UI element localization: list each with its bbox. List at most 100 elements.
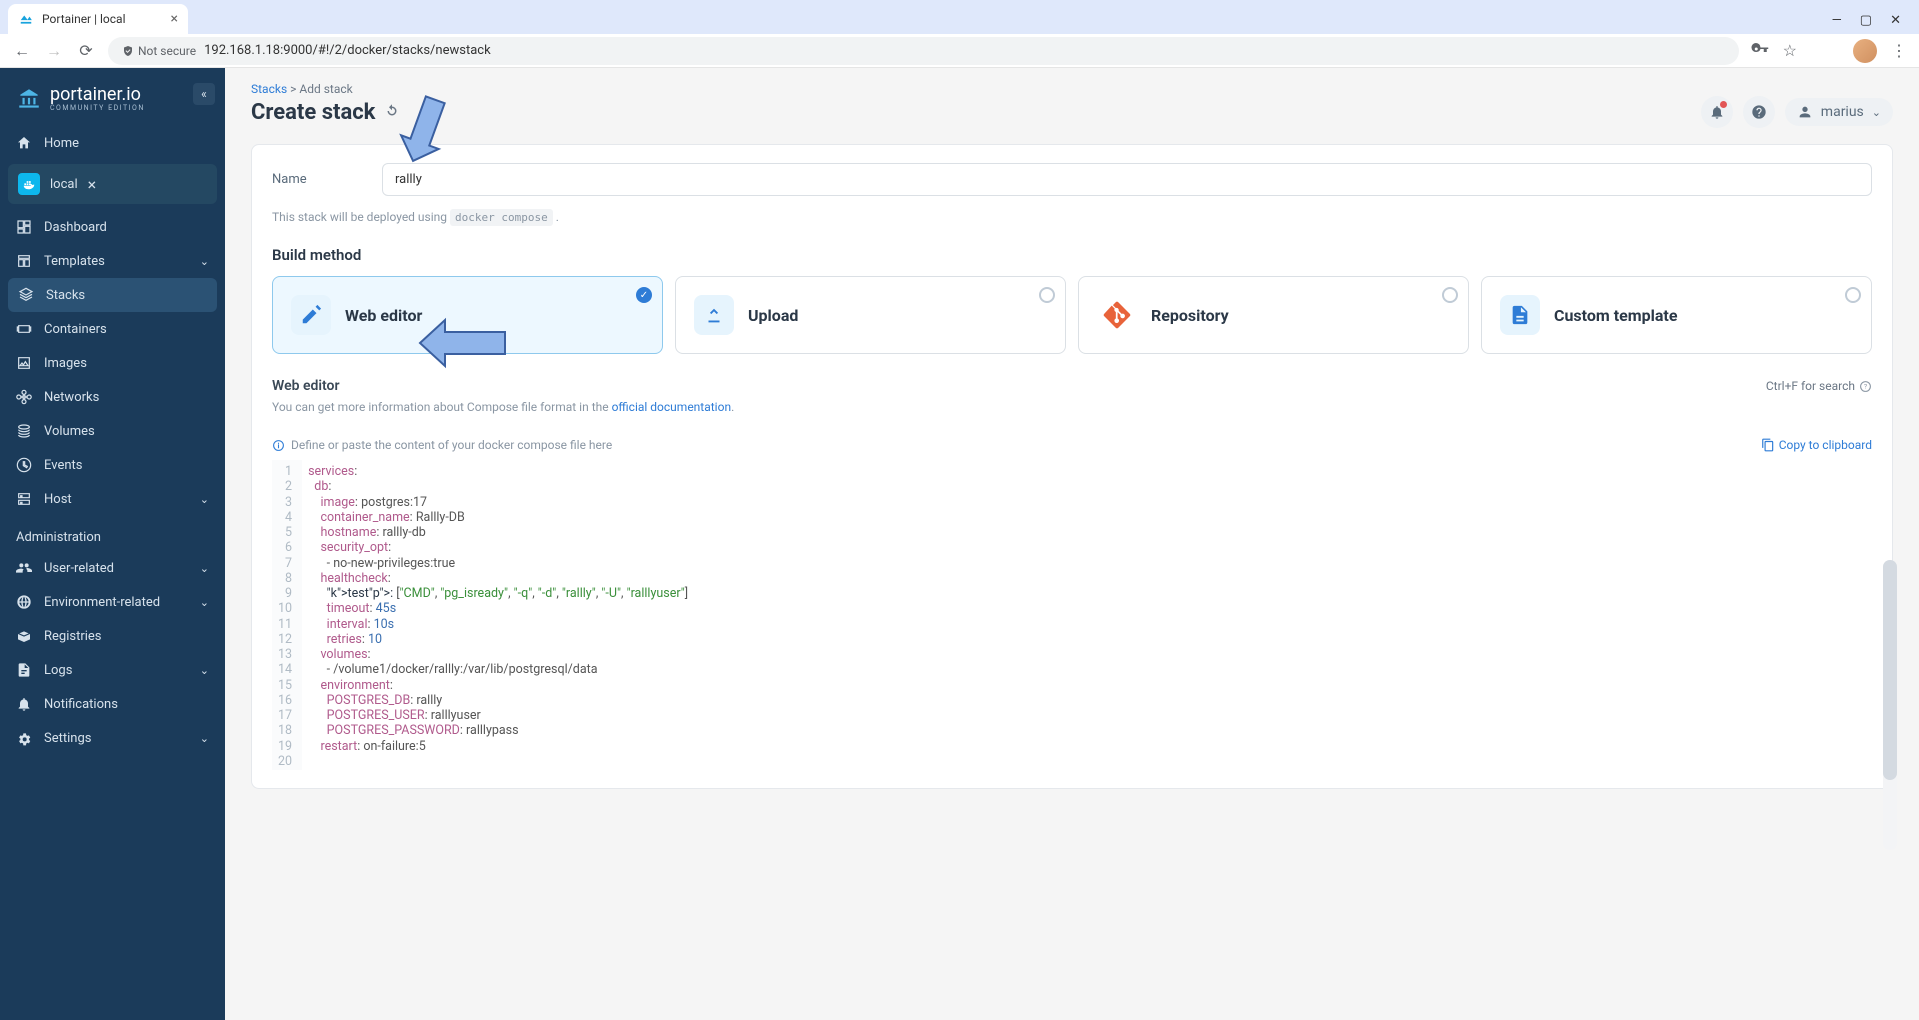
sidebar-item-containers[interactable]: Containers <box>0 312 225 346</box>
copy-to-clipboard-button[interactable]: Copy to clipboard <box>1761 438 1872 452</box>
brand-edition: COMMUNITY EDITION <box>50 104 145 112</box>
chevron-down-icon: ⌄ <box>200 493 209 506</box>
browser-toolbar: ← → ⟳ Not secure ☆ ⋮ <box>0 34 1919 68</box>
close-tab-icon[interactable]: × <box>171 11 178 27</box>
stacks-icon <box>18 287 34 303</box>
deploy-hint: This stack will be deployed using docker… <box>272 210 1872 224</box>
address-bar[interactable]: Not secure <box>108 37 1739 65</box>
build-method-heading: Build method <box>272 246 1872 264</box>
user-icon <box>1797 104 1813 120</box>
sidebar-item-events[interactable]: Events <box>0 448 225 482</box>
volumes-icon <box>16 423 32 439</box>
help-button[interactable] <box>1743 96 1775 128</box>
host-icon <box>16 491 32 507</box>
templates-icon <box>16 253 32 269</box>
help-icon <box>1751 104 1767 120</box>
home-icon <box>16 135 32 151</box>
doc-link[interactable]: official documentation <box>612 400 732 414</box>
method-upload[interactable]: Upload <box>675 276 1066 354</box>
sidebar-item-images[interactable]: Images <box>0 346 225 380</box>
environment-related-icon <box>16 594 32 610</box>
sidebar-item-templates[interactable]: Templates⌄ <box>0 244 225 278</box>
breadcrumb: Stacks > Add stack <box>251 82 401 96</box>
scrollbar[interactable] <box>1883 560 1897 850</box>
template-icon <box>1500 295 1540 335</box>
chevron-down-icon: ⌄ <box>200 596 209 609</box>
radio-icon <box>1845 287 1861 303</box>
sidebar-item-host[interactable]: Host⌄ <box>0 482 225 516</box>
sidebar-item-stacks[interactable]: Stacks <box>8 278 217 312</box>
dashboard-icon <box>16 219 32 235</box>
user-related-icon <box>16 560 32 576</box>
registries-icon <box>16 628 32 644</box>
chevron-down-icon: ⌄ <box>200 664 209 677</box>
sidebar-item-settings[interactable]: Settings⌄ <box>0 721 225 755</box>
sidebar-item-environment-related[interactable]: Environment-related⌄ <box>0 585 225 619</box>
breadcrumb-root[interactable]: Stacks <box>251 82 287 96</box>
name-label: Name <box>272 172 362 187</box>
svg-text:?: ? <box>1864 382 1867 390</box>
compose-editor[interactable]: 1234567891011121314151617181920 services… <box>272 460 1872 770</box>
profile-avatar-icon[interactable] <box>1853 39 1877 63</box>
events-icon <box>16 457 32 473</box>
git-icon <box>1097 295 1137 335</box>
back-icon[interactable]: ← <box>12 41 32 61</box>
url-input[interactable] <box>204 43 1725 58</box>
security-chip[interactable]: Not secure <box>122 44 196 58</box>
breadcrumb-leaf: Add stack <box>299 82 352 96</box>
brand-logo[interactable]: portainer.io COMMUNITY EDITION <box>0 68 225 126</box>
docker-icon <box>18 173 40 195</box>
browser-tabstrip: Portainer | local × — ▢ ✕ <box>0 0 1919 34</box>
sidebar-item-home[interactable]: Home <box>0 126 225 160</box>
brand-name: portainer.io <box>50 86 145 104</box>
chevron-down-icon: ⌄ <box>200 732 209 745</box>
sidebar: « portainer.io COMMUNITY EDITION Home lo… <box>0 68 225 1020</box>
search-hint: Ctrl+F for search ? <box>1766 379 1872 393</box>
browser-tab[interactable]: Portainer | local × <box>8 4 188 34</box>
stack-name-input[interactable] <box>382 163 1872 196</box>
sidebar-item-dashboard[interactable]: Dashboard <box>0 210 225 244</box>
window-controls: — ▢ ✕ <box>1822 13 1911 34</box>
info-icon <box>272 439 285 452</box>
notifications-button[interactable] <box>1701 96 1733 128</box>
portainer-logo-icon <box>16 86 42 112</box>
editor-doc-hint: You can get more information about Compo… <box>272 400 1872 414</box>
sidebar-item-volumes[interactable]: Volumes <box>0 414 225 448</box>
method-custom-template[interactable]: Custom template <box>1481 276 1872 354</box>
define-hint: Define or paste the content of your dock… <box>272 438 612 452</box>
env-close-icon[interactable]: × <box>88 175 97 194</box>
web-editor-icon <box>291 295 331 335</box>
sidebar-item-user-related[interactable]: User-related⌄ <box>0 551 225 585</box>
bookmark-star-icon[interactable]: ☆ <box>1783 41 1797 60</box>
upload-icon <box>694 295 734 335</box>
code-content[interactable]: services: db: image: postgres:17 contain… <box>302 460 1872 770</box>
method-repository[interactable]: Repository <box>1078 276 1469 354</box>
networks-icon <box>16 389 32 405</box>
refresh-icon[interactable] <box>383 102 401 124</box>
password-key-icon[interactable] <box>1751 40 1769 62</box>
radio-selected-icon <box>636 287 652 303</box>
editor-heading: Web editor <box>272 378 340 394</box>
maximize-icon[interactable]: ▢ <box>1860 13 1872 28</box>
minimize-icon[interactable]: — <box>1832 13 1842 28</box>
reload-icon[interactable]: ⟳ <box>76 41 96 60</box>
main-content: Stacks > Add stack Create stack <box>225 68 1919 1020</box>
forward-icon[interactable]: → <box>44 41 64 61</box>
method-web-editor[interactable]: Web editor <box>272 276 663 354</box>
sidebar-item-registries[interactable]: Registries <box>0 619 225 653</box>
sidebar-environment[interactable]: local × <box>8 164 217 204</box>
close-window-icon[interactable]: ✕ <box>1890 13 1901 28</box>
copy-icon <box>1761 438 1775 452</box>
sidebar-item-logs[interactable]: Logs⌄ <box>0 653 225 687</box>
tab-favicon <box>18 11 34 27</box>
scrollbar-thumb[interactable] <box>1883 560 1897 780</box>
browser-menu-icon[interactable]: ⋮ <box>1891 41 1907 60</box>
sidebar-item-notifications[interactable]: Notifications <box>0 687 225 721</box>
logs-icon <box>16 662 32 678</box>
sidebar-item-networks[interactable]: Networks <box>0 380 225 414</box>
chevron-down-icon: ⌄ <box>200 255 209 268</box>
user-menu[interactable]: marius ⌄ <box>1785 98 1893 126</box>
notifications-icon <box>16 696 32 712</box>
sidebar-collapse-button[interactable]: « <box>193 83 215 105</box>
line-gutter: 1234567891011121314151617181920 <box>272 460 302 770</box>
